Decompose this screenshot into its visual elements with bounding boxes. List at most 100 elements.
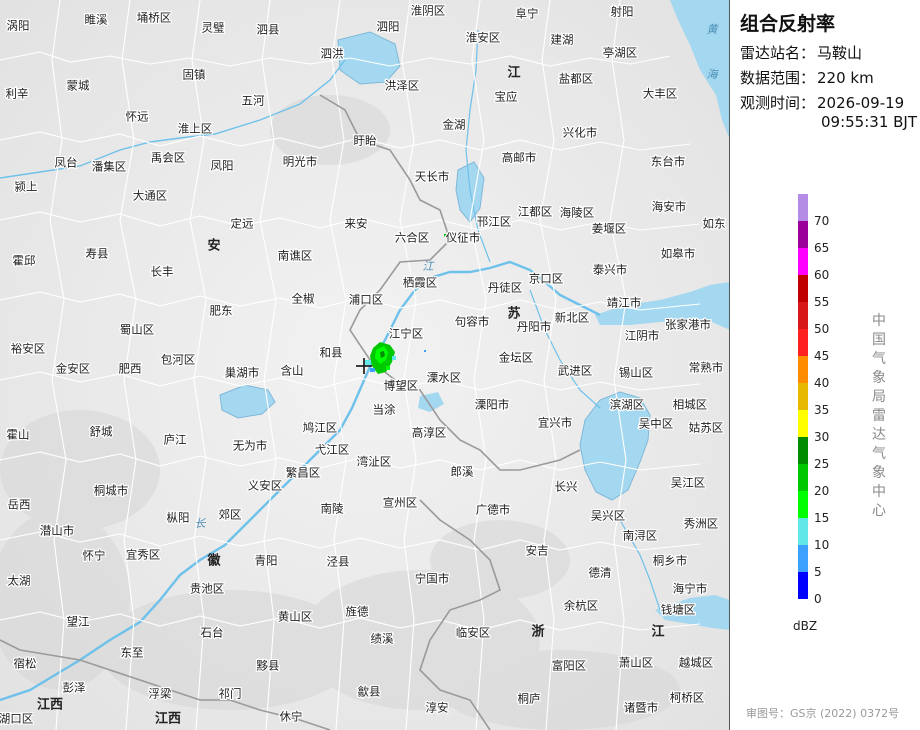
place-label: 来安 — [345, 217, 368, 231]
place-label: 海宁市 — [673, 582, 708, 596]
time-row: 观测时间： 2026-09-19 — [740, 92, 904, 113]
place-label: 富阳区 — [552, 659, 587, 673]
legend-tick-label: 55 — [814, 295, 830, 309]
province-label: 徽 — [206, 553, 221, 569]
legend-tick-label: 40 — [814, 376, 830, 390]
place-label: 萧山区 — [619, 656, 654, 670]
place-label: 临安区 — [456, 626, 491, 640]
place-label: 宝应 — [495, 90, 518, 104]
place-label: 含山 — [281, 364, 304, 378]
place-label: 溧水区 — [427, 371, 462, 385]
legend-tick-label: 50 — [814, 322, 830, 336]
province-label: 江西 — [155, 711, 181, 727]
place-label: 青阳 — [255, 554, 278, 568]
place-label: 舒城 — [90, 425, 113, 439]
place-label: 繁昌区 — [286, 466, 321, 480]
place-label: 全椒 — [292, 292, 315, 306]
legend-swatch — [798, 248, 808, 275]
station-label: 雷达站名： — [740, 44, 816, 62]
legend-swatch — [798, 329, 808, 356]
place-label: 禹会区 — [151, 151, 186, 165]
place-label: 句容市 — [455, 315, 490, 329]
place-label: 亭湖区 — [603, 46, 638, 60]
product-title: 组合反射率 — [740, 13, 836, 35]
review-number: 审图号：GS京 (2022) 0372号 — [746, 707, 900, 720]
place-label: 兴化市 — [563, 126, 598, 140]
place-label: 江宁区 — [389, 327, 424, 341]
place-label: 江阴市 — [625, 329, 660, 343]
place-label: 长兴 — [555, 480, 578, 494]
legend-tick-label: 5 — [814, 565, 822, 579]
legend-tick-label: 10 — [814, 538, 830, 552]
river-label: 江 — [423, 260, 435, 273]
place-label: 彭泽 — [63, 681, 86, 695]
range-row: 数据范围： 220 km — [740, 67, 874, 88]
place-label: 海安市 — [652, 200, 687, 214]
place-label: 相城区 — [673, 398, 708, 412]
place-label: 贵池区 — [190, 582, 225, 596]
place-label: 裕安区 — [11, 342, 46, 356]
place-label: 淳安 — [426, 701, 449, 715]
range-label: 数据范围： — [740, 69, 816, 87]
legend-swatch — [798, 464, 808, 491]
place-label: 宜秀区 — [126, 548, 161, 562]
place-label: 淮上区 — [178, 122, 213, 136]
place-label: 巢湖市 — [225, 366, 260, 380]
place-label: 安吉 — [526, 544, 549, 558]
place-label: 淮阴区 — [411, 4, 446, 18]
place-label: 埇桥区 — [137, 11, 172, 25]
place-label: 桐城市 — [94, 484, 129, 498]
province-label: 江 — [507, 65, 520, 81]
legend-unit: dBZ — [793, 619, 818, 633]
place-label: 泗县 — [257, 23, 280, 37]
place-label: 高淳区 — [412, 426, 447, 440]
place-label: 义安区 — [248, 479, 283, 493]
place-label: 邗江区 — [477, 215, 512, 229]
place-label: 洪泽区 — [385, 79, 420, 93]
place-label: 如东 — [703, 217, 726, 231]
place-label: 柯桥区 — [670, 691, 705, 705]
place-label: 靖江市 — [607, 296, 642, 310]
place-label: 秀洲区 — [684, 517, 719, 531]
place-label: 灵璧 — [202, 21, 225, 35]
place-label: 南谯区 — [278, 249, 313, 263]
place-label: 盱眙 — [354, 134, 377, 148]
place-label: 仪征市 — [446, 231, 481, 245]
legend-swatch — [798, 437, 808, 464]
legend-tick-label: 20 — [814, 484, 830, 498]
place-label: 湾沚区 — [357, 455, 392, 469]
time-label: 观测时间： — [740, 94, 816, 112]
province-label: 江西 — [37, 697, 63, 713]
place-label: 潜山市 — [40, 524, 75, 538]
place-label: 旌德 — [346, 605, 369, 619]
place-label: 广德市 — [476, 503, 511, 517]
place-label: 鸠江区 — [303, 421, 338, 435]
legend-swatch — [798, 545, 808, 572]
place-label: 江都区 — [518, 205, 553, 219]
place-label: 肥西 — [119, 362, 142, 376]
place-label: 六合区 — [395, 231, 430, 245]
place-label: 弋江区 — [315, 443, 350, 457]
place-label: 新北区 — [555, 311, 590, 325]
legend-tick-label: 45 — [814, 349, 830, 363]
place-label: 浦口区 — [349, 293, 384, 307]
place-label: 淮安区 — [466, 31, 501, 45]
legend-tick-label: 0 — [814, 592, 822, 606]
place-label: 姜堰区 — [592, 222, 627, 236]
place-label: 金湖 — [443, 118, 466, 132]
place-label: 凤阳 — [211, 159, 234, 173]
place-label: 祁门 — [219, 687, 242, 701]
province-label: 安 — [207, 238, 220, 254]
legend-tick-label: 25 — [814, 457, 830, 471]
radar-map[interactable]: 涡阳 睢溪 埇桥区 灵璧 泗县 淮阴区 阜宁 射阳 泗洪 泗阳 淮安区 建湖 亭湖区 利辛 蒙城 固镇 洪泽区宝… — [0, 0, 730, 730]
legend-tick-label: 35 — [814, 403, 830, 417]
place-label: 霍邱 — [13, 254, 36, 268]
legend-tick-label: 15 — [814, 511, 830, 525]
place-label: 歙县 — [358, 685, 381, 699]
map-canvas[interactable]: 涡阳 睢溪 埇桥区灵璧 泗县 淮阴区 阜宁 射阳泗洪 泗阳淮安区 建湖亭湖区利辛 蒙城 固镇洪泽区宝… — [0, 0, 730, 730]
place-label: 黄山区 — [278, 610, 313, 624]
place-label: 南浔区 — [623, 529, 658, 543]
legend-swatch — [798, 410, 808, 437]
place-label: 常熟市 — [689, 361, 724, 375]
place-label: 颍上 — [15, 180, 38, 194]
